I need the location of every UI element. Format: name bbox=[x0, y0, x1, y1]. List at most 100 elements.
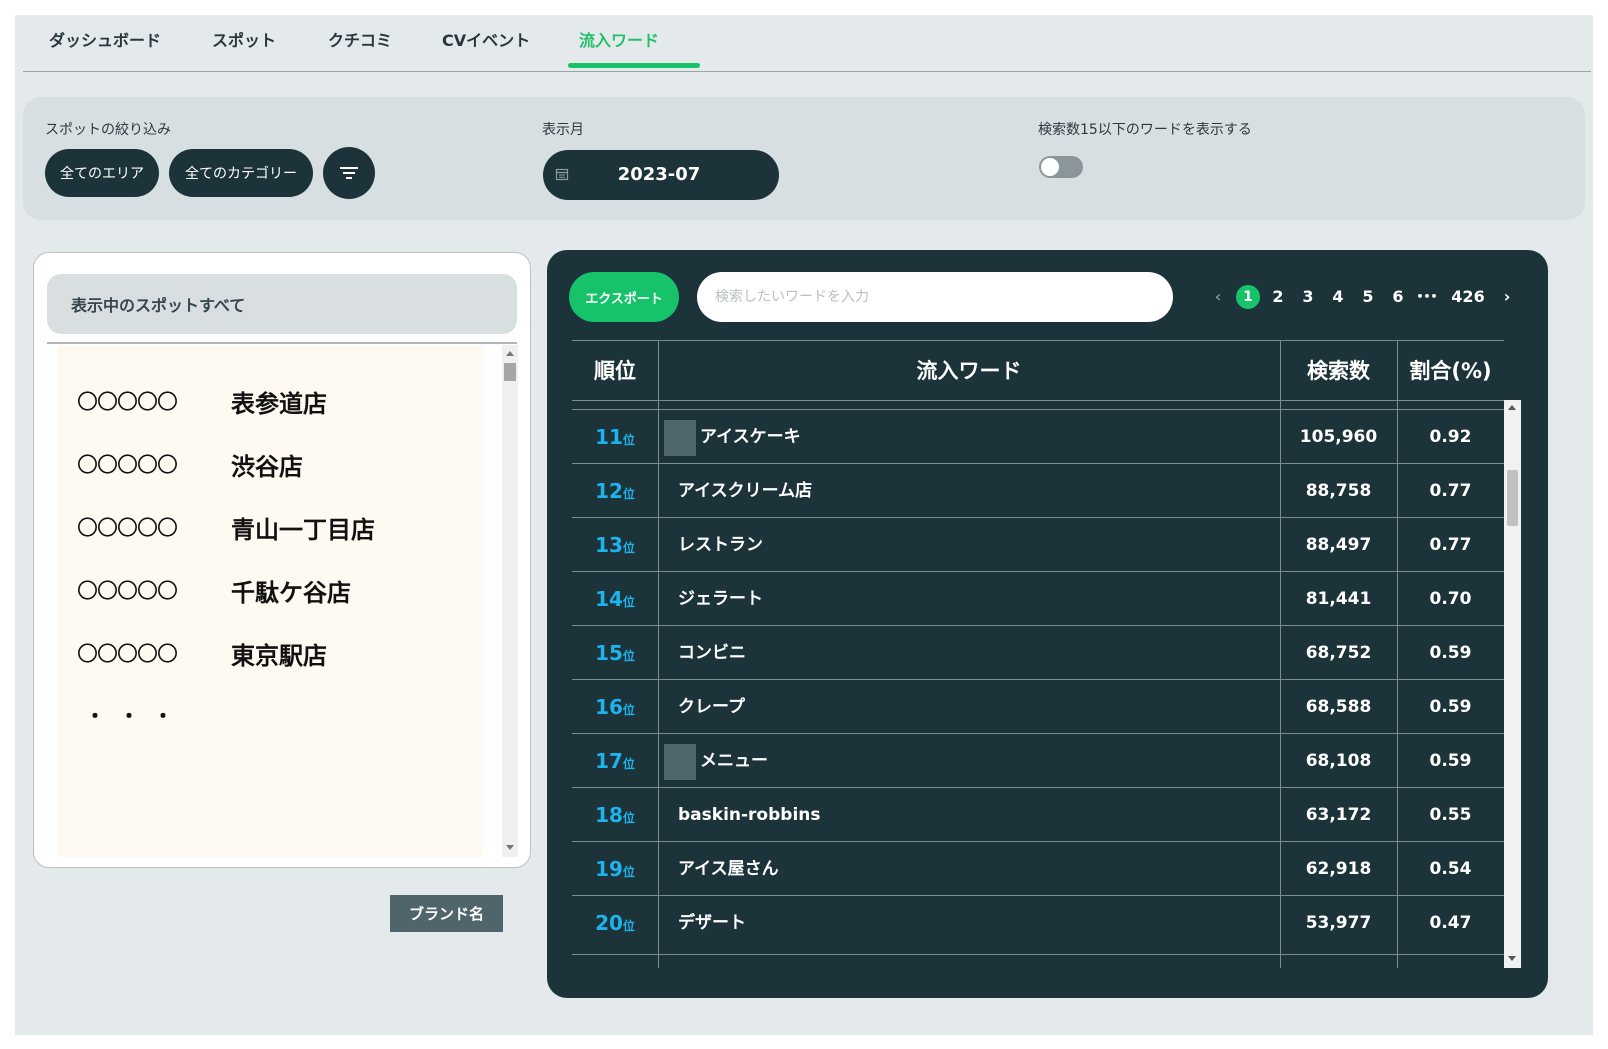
count-cell: 53,977 bbox=[1305, 913, 1372, 933]
page-5[interactable]: 5 bbox=[1358, 284, 1378, 310]
spots-panel: 表示中のスポットすべて 〇〇〇〇〇 表参道店 〇〇〇〇〇 渋谷店 〇〇〇〇〇 青… bbox=[33, 252, 531, 868]
rank-cell: 16位 bbox=[572, 680, 658, 734]
spot-item[interactable]: 〇〇〇〇〇 東京駅店 bbox=[77, 637, 327, 670]
spot-item[interactable]: 〇〇〇〇〇 渋谷店 bbox=[77, 448, 303, 481]
spot-item[interactable]: 〇〇〇〇〇 青山一丁目店 bbox=[77, 511, 375, 544]
category-filter-button[interactable]: 全てのカテゴリー bbox=[169, 149, 313, 197]
scroll-down-arrow-icon[interactable] bbox=[506, 845, 514, 850]
pagination: ‹ 1 2 3 4 5 6 ••• 426 › bbox=[1207, 284, 1527, 310]
table-row[interactable]: 12位 アイスクリーム店 88,758 0.77 bbox=[572, 463, 1504, 518]
tab-bar: ダッシュボード スポット クチコミ CVイベント 流入ワード bbox=[23, 15, 1591, 72]
word-search-input[interactable] bbox=[697, 272, 1173, 322]
page-3[interactable]: 3 bbox=[1298, 284, 1318, 310]
rank-suffix: 位 bbox=[622, 757, 635, 771]
page-2[interactable]: 2 bbox=[1268, 284, 1288, 310]
tab-spot[interactable]: スポット bbox=[212, 27, 276, 51]
header-word: 流入ワード bbox=[916, 359, 1022, 383]
rank-number: 19 bbox=[595, 857, 623, 881]
ratio-cell: 0.54 bbox=[1429, 859, 1472, 879]
ratio-cell: 0.70 bbox=[1429, 589, 1472, 609]
month-value: 2023-07 bbox=[617, 164, 701, 185]
table-header: 順位 流入ワード 検索数 割合(%) bbox=[572, 340, 1504, 401]
tab-reviews[interactable]: クチコミ bbox=[328, 27, 392, 51]
rank-suffix: 位 bbox=[622, 649, 635, 663]
page-6[interactable]: 6 bbox=[1388, 284, 1408, 310]
calendar-icon bbox=[555, 168, 569, 181]
pagination-ellipsis: ••• bbox=[1416, 290, 1438, 303]
page-4[interactable]: 4 bbox=[1328, 284, 1348, 310]
spot-item[interactable]: 〇〇〇〇〇 表参道店 bbox=[77, 385, 327, 418]
page-last[interactable]: 426 bbox=[1447, 284, 1489, 310]
count-cell: 68,588 bbox=[1305, 697, 1372, 717]
tab-inflow-words[interactable]: 流入ワード bbox=[579, 27, 659, 51]
spots-panel-header: 表示中のスポットすべて bbox=[47, 274, 517, 334]
spot-list: 〇〇〇〇〇 表参道店 〇〇〇〇〇 渋谷店 〇〇〇〇〇 青山一丁目店 〇〇〇〇〇 … bbox=[57, 345, 483, 857]
count-cell: 88,497 bbox=[1305, 535, 1372, 555]
page-1[interactable]: 1 bbox=[1236, 285, 1260, 309]
rank-number: 13 bbox=[595, 533, 623, 557]
low-count-toggle[interactable] bbox=[1039, 156, 1083, 178]
table-row[interactable]: 16位 クレープ 68,588 0.59 bbox=[572, 679, 1504, 734]
rank-suffix: 位 bbox=[622, 703, 635, 717]
column-divider bbox=[1397, 340, 1398, 968]
scroll-up-arrow-icon[interactable] bbox=[1508, 405, 1516, 410]
spot-mask: 〇〇〇〇〇 bbox=[77, 642, 178, 666]
word-cell: アイスクリーム店 bbox=[678, 481, 813, 501]
word-thumbnail bbox=[664, 420, 696, 456]
toggle-knob bbox=[1041, 158, 1059, 176]
table-row[interactable]: 17位 メニュー 68,108 0.59 bbox=[572, 733, 1504, 788]
ratio-cell: 0.77 bbox=[1429, 535, 1472, 555]
month-label: 表示月 bbox=[542, 122, 584, 138]
next-page-icon[interactable]: › bbox=[1497, 284, 1517, 310]
table-row[interactable]: 20位 デザート 53,977 0.47 bbox=[572, 895, 1504, 950]
spot-item[interactable]: 〇〇〇〇〇 千駄ケ谷店 bbox=[77, 574, 351, 607]
ratio-cell: 0.59 bbox=[1429, 697, 1472, 717]
filter-bar: スポットの絞り込み 全てのエリア 全てのカテゴリー 表示月 2023-07 検索… bbox=[23, 97, 1585, 220]
filter-button[interactable] bbox=[323, 147, 375, 199]
spot-list-scrollbar[interactable] bbox=[502, 345, 518, 857]
rank-suffix: 位 bbox=[622, 595, 635, 609]
rank-cell: 13位 bbox=[572, 518, 658, 572]
rank-number: 12 bbox=[595, 479, 623, 503]
column-divider bbox=[658, 340, 659, 968]
tab-cv-event[interactable]: CVイベント bbox=[442, 27, 530, 51]
rank-cell: 11位 bbox=[572, 410, 658, 464]
word-thumbnail bbox=[664, 744, 696, 780]
export-button[interactable]: エクスポート bbox=[569, 272, 679, 322]
rank-suffix: 位 bbox=[622, 541, 635, 555]
table-row[interactable]: 11位 アイスケーキ 105,960 0.92 bbox=[572, 409, 1504, 464]
table-row[interactable]: 18位 baskin-robbins 63,172 0.55 bbox=[572, 787, 1504, 842]
tab-dashboard[interactable]: ダッシュボード bbox=[49, 27, 161, 51]
table-row[interactable]: 19位 アイス屋さん 62,918 0.54 bbox=[572, 841, 1504, 896]
table-row[interactable]: 13位 レストラン 88,497 0.77 bbox=[572, 517, 1504, 572]
spot-mask: 〇〇〇〇〇 bbox=[77, 516, 178, 540]
spot-name: 千駄ケ谷店 bbox=[231, 578, 351, 607]
month-picker[interactable]: 2023-07 bbox=[543, 150, 779, 200]
prev-page-icon[interactable]: ‹ bbox=[1207, 284, 1229, 310]
table-row[interactable]: 15位 コンビニ 68,752 0.59 bbox=[572, 625, 1504, 680]
rank-cell: 19位 bbox=[572, 842, 658, 896]
rank-number: 17 bbox=[595, 749, 623, 773]
brand-name-button[interactable]: ブランド名 bbox=[390, 895, 503, 932]
scroll-up-arrow-icon[interactable] bbox=[506, 351, 514, 356]
word-cell: baskin-robbins bbox=[678, 805, 821, 825]
scrollbar-thumb[interactable] bbox=[1507, 470, 1518, 526]
ratio-cell: 0.59 bbox=[1429, 751, 1472, 771]
rank-number: 20 bbox=[595, 911, 623, 935]
ratio-cell: 0.55 bbox=[1429, 805, 1472, 825]
ratio-cell: 0.77 bbox=[1429, 481, 1472, 501]
ratio-cell: 0.47 bbox=[1429, 913, 1472, 933]
table-scrollbar[interactable] bbox=[1504, 400, 1521, 968]
rank-cell: 15位 bbox=[572, 626, 658, 680]
count-cell: 68,108 bbox=[1305, 751, 1372, 771]
scrollbar-thumb[interactable] bbox=[504, 363, 516, 381]
word-cell: アイス屋さん bbox=[678, 859, 779, 879]
column-divider bbox=[1280, 340, 1281, 968]
spot-filter-label: スポットの絞り込み bbox=[45, 122, 171, 138]
area-filter-button[interactable]: 全てのエリア bbox=[45, 149, 159, 197]
rank-suffix: 位 bbox=[622, 811, 635, 825]
table-row[interactable]: 14位 ジェラート 81,441 0.70 bbox=[572, 571, 1504, 626]
divider bbox=[47, 342, 517, 344]
scroll-down-arrow-icon[interactable] bbox=[1508, 956, 1516, 961]
spot-name: 東京駅店 bbox=[231, 641, 327, 670]
